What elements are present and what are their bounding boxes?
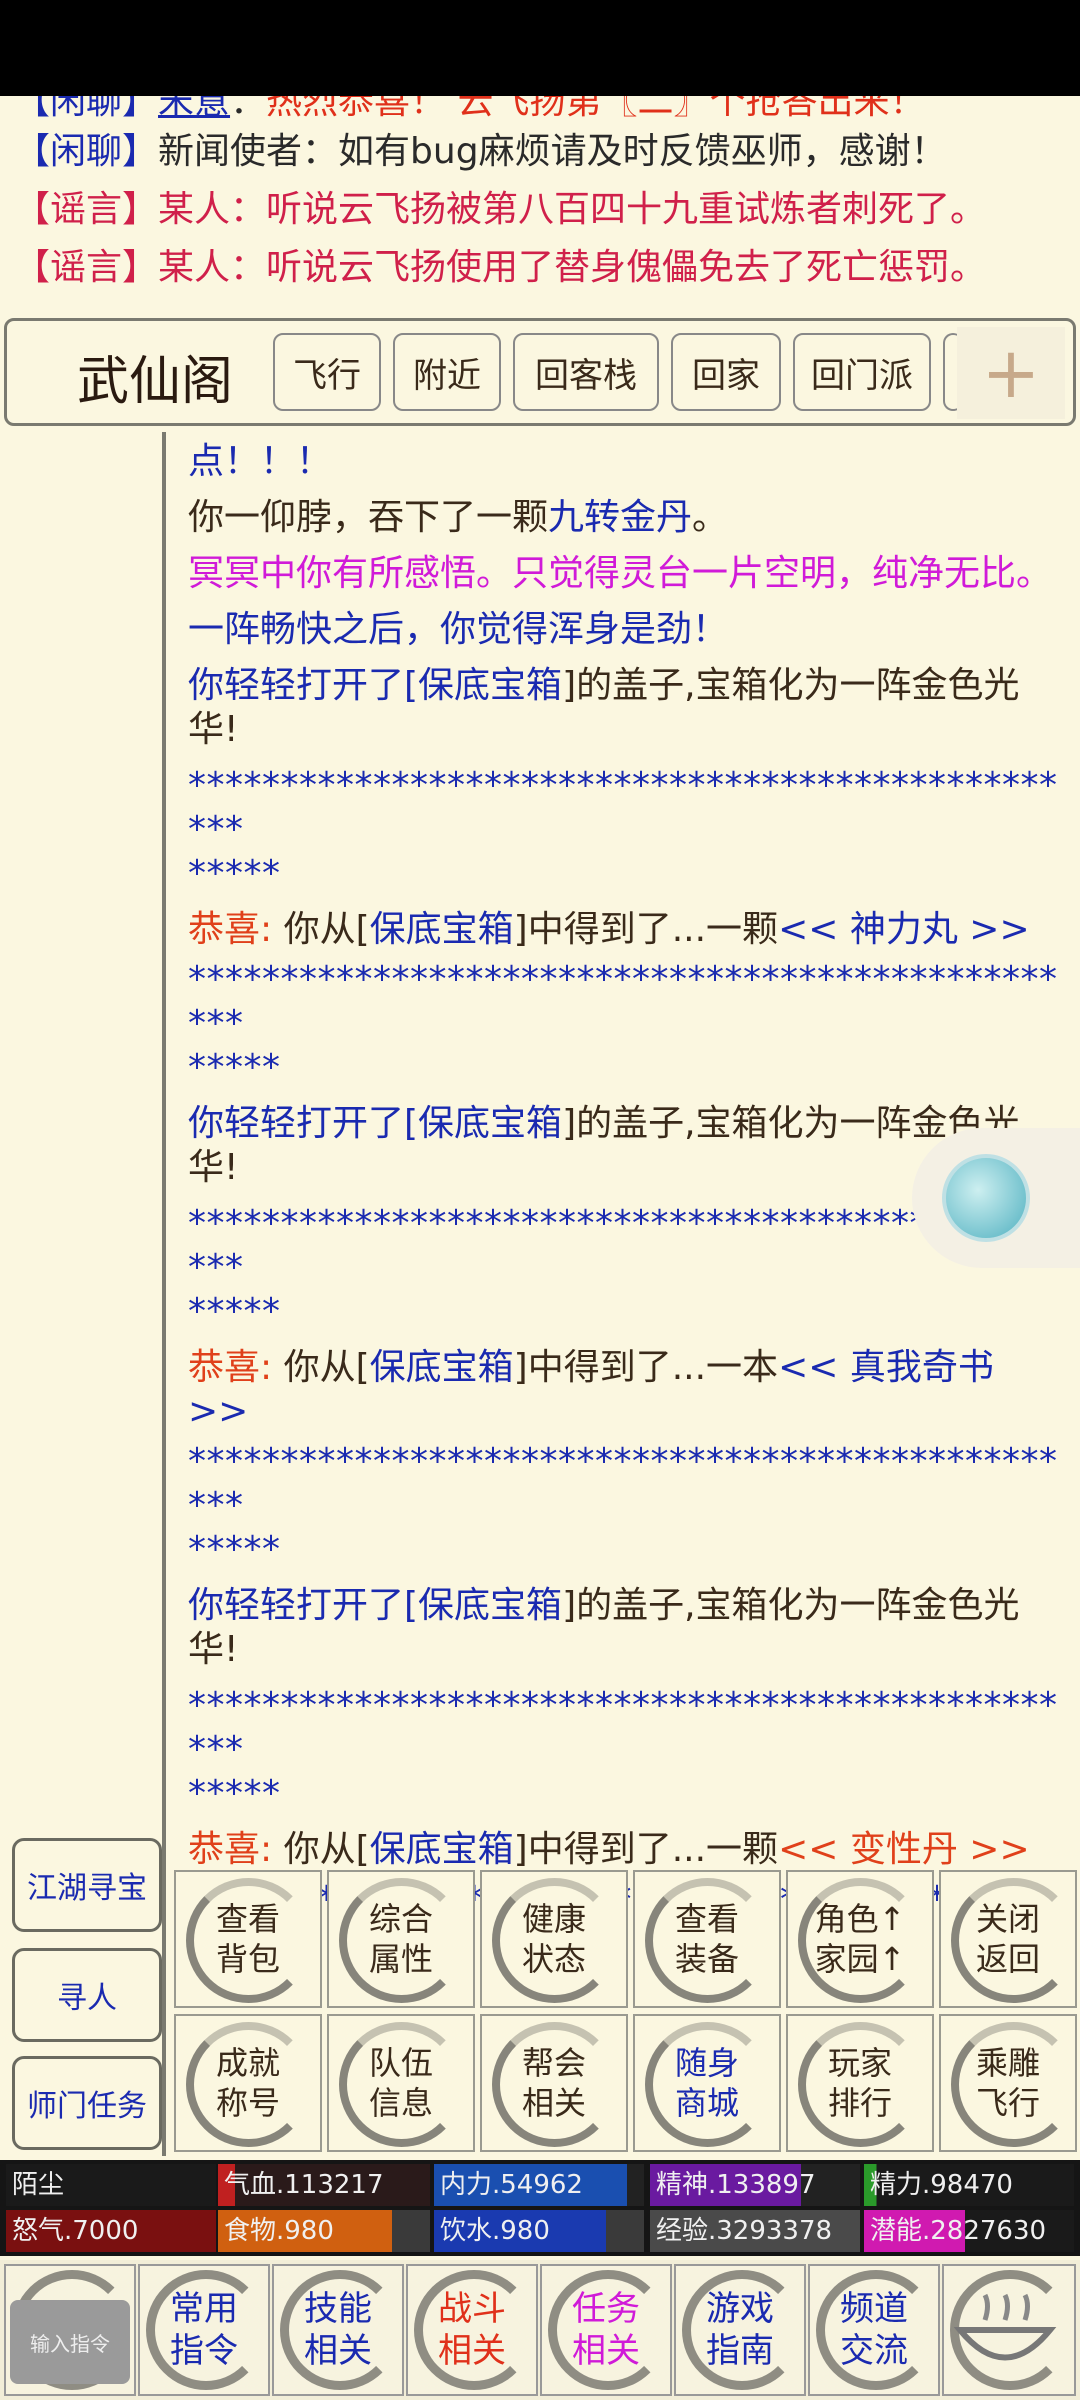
chat-line: 【谣言】某人：听说云飞扬使用了替身傀儡免去了死亡惩罚。 [14, 247, 987, 288]
action-grid: 查看 背包 综合 属性 健康 状态 查看 装备 角色↑ 家园↑ 关闭 返回 成就… [170, 1864, 1080, 2154]
guild-button[interactable]: 帮会 相关 [480, 2014, 628, 2152]
guide-button[interactable]: 游戏 指南 [674, 2264, 806, 2396]
log-separator: ****************************************… [188, 959, 1058, 1088]
log-line: 你轻轻打开了[保底宝箱]的盖子,宝箱化为一阵金色光华! [188, 665, 1020, 750]
skills-button[interactable]: 技能 相关 [272, 2264, 404, 2396]
energy-stat: 精力.98470 [864, 2164, 1074, 2206]
chat-line: 【谣言】某人：听说云飞扬被第八百四十九重试炼者刺死了。 [14, 189, 987, 230]
common-commands-button[interactable]: 常用 指令 [138, 2264, 270, 2396]
hp-stat: 气血.113217 [218, 2164, 430, 2206]
equipment-button[interactable]: 查看 装备 [633, 1870, 781, 2008]
exp-stat: 经验.3293378 [650, 2210, 860, 2252]
shop-button[interactable]: 随身 商城 [633, 2014, 781, 2152]
rage-stat: 怒气.7000 [6, 2210, 216, 2252]
combat-button[interactable]: 战斗 相关 [406, 2264, 538, 2396]
achievements-button[interactable]: 成就 称号 [174, 2014, 322, 2152]
assistant-icon [942, 1154, 1030, 1242]
nearby-button[interactable]: 附近 [393, 333, 501, 411]
chat-line: 【闲聊】新闻使者：如有bug麻烦请及时反馈巫师，感谢！ [14, 131, 947, 172]
channel-button[interactable]: 频道 交流 [808, 2264, 940, 2396]
water-stat: 饮水.980 [434, 2210, 644, 2252]
return-sect-button[interactable]: 回门派 [793, 333, 931, 411]
team-info-button[interactable]: 队伍 信息 [327, 2014, 475, 2152]
location-title: 武仙阁 [77, 352, 234, 412]
player-name: 陌尘 [6, 2164, 216, 2206]
log-separator: ****************************************… [188, 765, 1058, 894]
spirit-stat: 精神.133897 [650, 2164, 860, 2206]
status-bar [0, 0, 1080, 96]
tasks-button[interactable]: 任务 相关 [540, 2264, 672, 2396]
log-line: 你轻轻打开了[保底宝箱]的盖子,宝箱化为一阵金色光华! [188, 1585, 1020, 1670]
log-line: 恭喜: 你从[保底宝箱]中得到了...一颗<< 神力丸 >> [188, 909, 1030, 950]
location-header: 武仙阁 飞行 附近 回客栈 回家 回门派 + [4, 318, 1076, 426]
stats-bar: 陌尘 气血.113217 内力.54962 精神.133897 精力.98470… [0, 2160, 1080, 2256]
view-bag-button[interactable]: 查看 背包 [174, 1870, 322, 2008]
return-inn-button[interactable]: 回客栈 [513, 333, 659, 411]
floating-assistant-button[interactable] [912, 1128, 1080, 1268]
bottom-nav: 输入指令 常用 指令 技能 相关 战斗 相关 任务 相关 游戏 指南 频道 交流 [0, 2260, 1080, 2400]
chat-feed[interactable]: 【闲聊】宋意：热烈恭喜！ 云飞扬第〖二〗个抢答出来！ 【闲聊】新闻使者：如有bu… [0, 96, 1080, 311]
attributes-button[interactable]: 综合 属性 [327, 1870, 475, 2008]
treasure-hunt-button[interactable]: 江湖寻宝 [12, 1838, 162, 1932]
eagle-fly-button[interactable]: 乘雕 飞行 [939, 2014, 1077, 2152]
teacup-icon [953, 2293, 1057, 2361]
neili-stat: 内力.54962 [434, 2164, 644, 2206]
health-button[interactable]: 健康 状态 [480, 1870, 628, 2008]
potential-stat: 潜能.2827630 [864, 2210, 1074, 2252]
message-log[interactable]: 点！！！ 你一仰脖，吞下了一颗九转金丹。 冥冥中你有所感悟。只觉得灵台一片空明，… [188, 440, 1058, 2008]
find-person-button[interactable]: 寻人 [12, 1948, 162, 2042]
log-line: 恭喜: 你从[保底宝箱]中得到了...一本<< 真我奇书 >> [188, 1347, 994, 1432]
log-separator: ****************************************… [188, 1441, 1058, 1570]
input-command-button[interactable]: 输入指令 [10, 2300, 130, 2384]
food-stat: 食物.980 [218, 2210, 430, 2252]
log-line: 点！！！ [188, 441, 333, 482]
role-home-button[interactable]: 角色↑ 家园↑ [786, 1870, 934, 2008]
add-icon[interactable]: + [957, 327, 1065, 419]
close-return-button[interactable]: 关闭 返回 [939, 1870, 1077, 2008]
fly-button[interactable]: 飞行 [273, 333, 381, 411]
log-line: 冥冥中你有所感悟。只觉得灵台一片空明，纯净无比。 [188, 553, 1053, 594]
log-separator: ****************************************… [188, 1685, 1058, 1814]
log-line: 一阵畅快之后，你觉得浑身是劲！ [188, 609, 729, 650]
log-line: 你一仰脖，吞下了一颗九转金丹。 [188, 497, 729, 538]
sect-task-button[interactable]: 师门任务 [12, 2056, 162, 2150]
left-panel: 江湖寻宝 寻人 师门任务 [4, 432, 166, 2156]
ranking-button[interactable]: 玩家 排行 [786, 2014, 934, 2152]
go-home-button[interactable]: 回家 [671, 333, 781, 411]
